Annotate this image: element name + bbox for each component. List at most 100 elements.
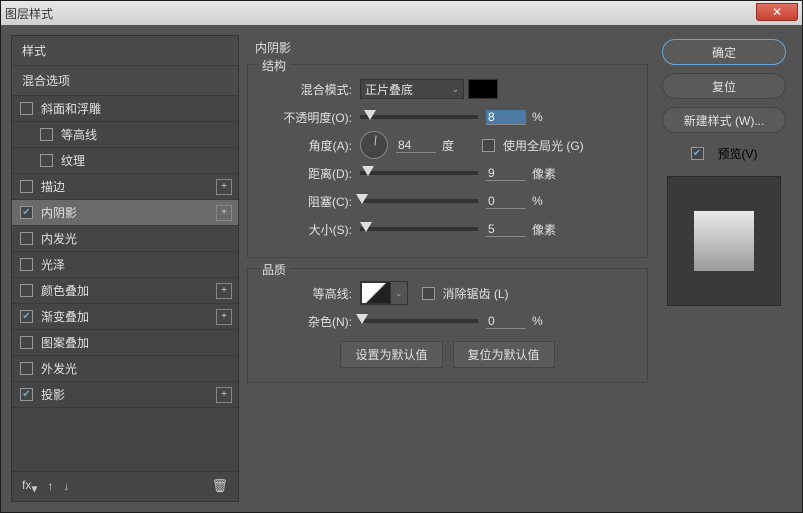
styles-sidebar: 样式 混合选项 斜面和浮雕等高线纹理描边+内阴影+内发光光泽颜色叠加+渐变叠加+… <box>11 35 239 502</box>
sidebar-item-label: 图案叠加 <box>41 334 89 351</box>
size-input[interactable] <box>486 222 526 237</box>
add-instance-button[interactable]: + <box>216 387 232 403</box>
contour-label: 等高线: <box>262 285 352 302</box>
structure-fieldset: 结构 混合模式: 正片叠底 ⌄ 不透明度(O): % 角度(A): <box>247 64 648 258</box>
window-title: 图层样式 <box>5 5 53 22</box>
global-light-label: 使用全局光 (G) <box>503 137 584 154</box>
sidebar-item[interactable]: 图案叠加 <box>12 330 238 356</box>
move-up-icon[interactable]: ↑ <box>47 479 53 493</box>
cancel-button[interactable]: 复位 <box>662 73 786 99</box>
add-instance-button[interactable]: + <box>216 309 232 325</box>
quality-legend: 品质 <box>258 261 290 278</box>
sidebar-item-label: 投影 <box>41 386 65 403</box>
sidebar-item-label: 光泽 <box>41 256 65 273</box>
blending-options-header[interactable]: 混合选项 <box>12 66 238 96</box>
fx-menu-button[interactable]: fx▾ <box>22 478 37 495</box>
right-column: 确定 复位 新建样式 (W)... 预览(V) <box>656 35 792 502</box>
sidebar-item[interactable]: 渐变叠加+ <box>12 304 238 330</box>
reset-default-button[interactable]: 复位为默认值 <box>453 341 555 368</box>
preview-checkbox[interactable] <box>691 147 704 160</box>
sidebar-item[interactable]: 内阴影+ <box>12 200 238 226</box>
noise-unit: % <box>532 314 562 328</box>
effect-checkbox[interactable] <box>20 336 33 349</box>
add-instance-button[interactable]: + <box>216 283 232 299</box>
antialiased-label: 消除锯齿 (L) <box>443 285 509 302</box>
chevron-down-icon: ⌄ <box>451 84 459 95</box>
effect-settings-panel: 内阴影 结构 混合模式: 正片叠底 ⌄ 不透明度(O): % <box>247 35 648 502</box>
opacity-input[interactable] <box>486 110 526 125</box>
distance-slider[interactable] <box>360 171 478 175</box>
choke-label: 阻塞(C): <box>262 193 352 210</box>
add-instance-button[interactable]: + <box>216 179 232 195</box>
noise-label: 杂色(N): <box>262 313 352 330</box>
preview-thumbnail <box>694 211 754 271</box>
blend-mode-label: 混合模式: <box>262 81 352 98</box>
distance-unit: 像素 <box>532 165 562 182</box>
make-default-button[interactable]: 设置为默认值 <box>340 341 442 368</box>
effect-checkbox[interactable] <box>40 154 53 167</box>
effect-checkbox[interactable] <box>20 388 33 401</box>
sidebar-item-label: 内发光 <box>41 230 77 247</box>
close-button[interactable]: ✕ <box>756 3 798 21</box>
sidebar-item[interactable]: 外发光 <box>12 356 238 382</box>
effect-checkbox[interactable] <box>20 206 33 219</box>
add-instance-button[interactable]: + <box>216 205 232 221</box>
global-light-checkbox[interactable] <box>482 139 495 152</box>
sidebar-item[interactable]: 内发光 <box>12 226 238 252</box>
size-slider[interactable] <box>360 227 478 231</box>
contour-picker[interactable]: ⌄ <box>360 281 408 305</box>
angle-unit: 度 <box>442 137 472 154</box>
angle-dial[interactable] <box>360 131 388 159</box>
opacity-unit: % <box>532 110 562 124</box>
noise-slider[interactable] <box>360 319 478 323</box>
sidebar-item-label: 等高线 <box>61 126 97 143</box>
chevron-down-icon: ⌄ <box>391 288 407 299</box>
preview-label: 预览(V) <box>718 145 758 162</box>
sidebar-item-label: 外发光 <box>41 360 77 377</box>
trash-icon[interactable]: 🗑 <box>211 478 228 494</box>
effect-checkbox[interactable] <box>20 258 33 271</box>
sidebar-item[interactable]: 描边 + <box>12 174 238 200</box>
effect-checkbox[interactable] <box>20 232 33 245</box>
size-unit: 像素 <box>532 221 562 238</box>
effect-checkbox[interactable] <box>40 128 53 141</box>
sidebar-item[interactable]: 纹理 <box>12 148 238 174</box>
quality-fieldset: 品质 等高线: ⌄ 消除锯齿 (L) 杂色(N): % <box>247 268 648 383</box>
angle-label: 角度(A): <box>262 137 352 154</box>
layer-style-dialog: 图层样式 ✕ 样式 混合选项 斜面和浮雕等高线纹理描边+内阴影+内发光光泽颜色叠… <box>0 0 803 513</box>
move-down-icon[interactable]: ↓ <box>63 479 69 493</box>
effect-checkbox[interactable] <box>20 310 33 323</box>
sidebar-item[interactable]: 光泽 <box>12 252 238 278</box>
sidebar-item[interactable]: 投影 + <box>12 382 238 408</box>
close-icon: ✕ <box>772 5 782 19</box>
effect-checkbox[interactable] <box>20 284 33 297</box>
sidebar-footer: fx▾ ↑ ↓ 🗑 <box>12 471 238 501</box>
effect-checkbox[interactable] <box>20 102 33 115</box>
sidebar-item[interactable]: 斜面和浮雕 <box>12 96 238 122</box>
styles-header[interactable]: 样式 <box>12 36 238 66</box>
choke-unit: % <box>532 194 562 208</box>
effect-title: 内阴影 <box>247 35 648 60</box>
blend-mode-select[interactable]: 正片叠底 ⌄ <box>360 79 464 99</box>
effect-checkbox[interactable] <box>20 180 33 193</box>
opacity-label: 不透明度(O): <box>262 109 352 126</box>
sidebar-item-label: 颜色叠加 <box>41 282 89 299</box>
sidebar-item[interactable]: 等高线 <box>12 122 238 148</box>
sidebar-item-label: 纹理 <box>61 152 85 169</box>
sidebar-item[interactable]: 颜色叠加 + <box>12 278 238 304</box>
antialiased-checkbox[interactable] <box>422 287 435 300</box>
new-style-button[interactable]: 新建样式 (W)... <box>662 107 786 133</box>
noise-input[interactable] <box>486 314 526 329</box>
angle-input[interactable] <box>396 138 436 153</box>
shadow-color-swatch[interactable] <box>468 79 498 99</box>
effect-checkbox[interactable] <box>20 362 33 375</box>
contour-swatch-icon <box>361 282 391 304</box>
distance-label: 距离(D): <box>262 165 352 182</box>
choke-input[interactable] <box>486 194 526 209</box>
titlebar[interactable]: 图层样式 ✕ <box>1 1 802 25</box>
distance-input[interactable] <box>486 166 526 181</box>
sidebar-item-label: 描边 <box>41 178 65 195</box>
choke-slider[interactable] <box>360 199 478 203</box>
opacity-slider[interactable] <box>360 115 478 119</box>
ok-button[interactable]: 确定 <box>662 39 786 65</box>
